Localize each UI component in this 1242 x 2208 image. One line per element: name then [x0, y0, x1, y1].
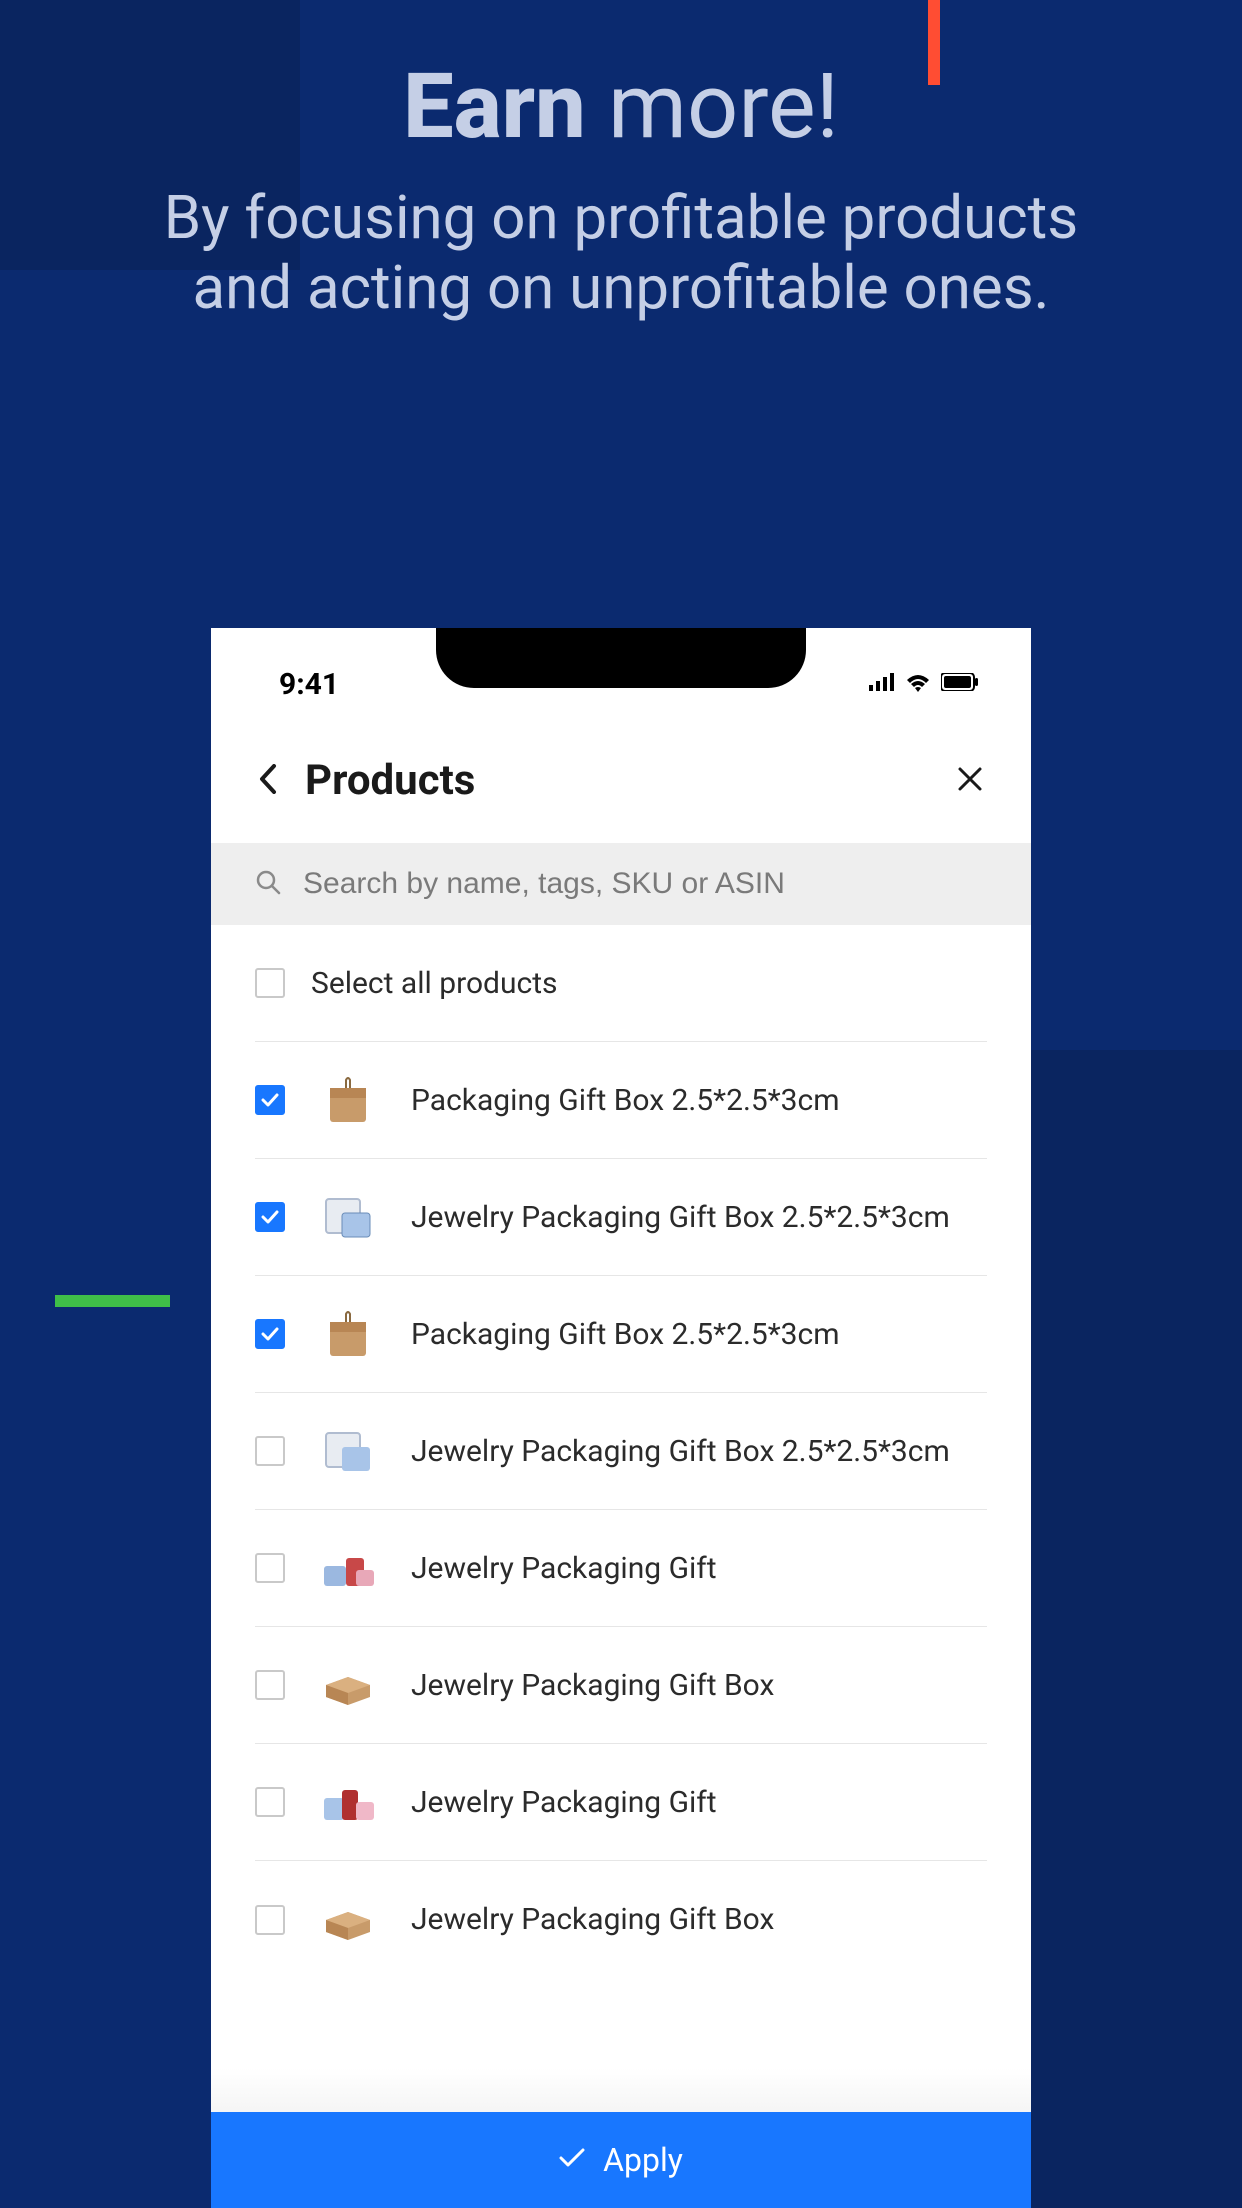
- select-all-label: Select all products: [311, 966, 558, 1001]
- hero-title: Earn more!: [0, 60, 1242, 155]
- close-icon[interactable]: [957, 766, 983, 796]
- product-thumb-icon: [311, 1648, 385, 1722]
- product-thumb-icon: [311, 1883, 385, 1957]
- product-thumb-icon: [311, 1414, 385, 1488]
- product-row[interactable]: Jewelry Packaging Gift Box: [255, 1627, 987, 1744]
- product-row[interactable]: Jewelry Packaging Gift Box 2.5*2.5*3cm: [255, 1393, 987, 1510]
- product-row[interactable]: Jewelry Packaging Gift Box 2.5*2.5*3cm: [255, 1159, 987, 1276]
- product-row[interactable]: Jewelry Packaging Gift: [255, 1510, 987, 1627]
- product-checkbox[interactable]: [255, 1787, 285, 1817]
- product-row[interactable]: Packaging Gift Box 2.5*2.5*3cm: [255, 1276, 987, 1393]
- product-name: Jewelry Packaging Gift Box: [411, 1902, 774, 1937]
- product-name: Jewelry Packaging Gift Box 2.5*2.5*3cm: [411, 1200, 950, 1235]
- product-list: Select all products Packaging Gift Box 2…: [211, 925, 1031, 1978]
- product-name: Packaging Gift Box 2.5*2.5*3cm: [411, 1317, 840, 1352]
- product-row[interactable]: Packaging Gift Box 2.5*2.5*3cm: [255, 1042, 987, 1159]
- back-icon[interactable]: [259, 764, 277, 798]
- signal-icon: [869, 673, 895, 695]
- status-icons: [869, 672, 979, 696]
- product-name: Jewelry Packaging Gift: [411, 1785, 717, 1820]
- product-thumb-icon: [311, 1765, 385, 1839]
- product-checkbox[interactable]: [255, 1670, 285, 1700]
- accent-green: [55, 1295, 170, 1307]
- hero-title-rest: more!: [586, 54, 839, 159]
- phone-notch: [436, 628, 806, 688]
- product-thumb-icon: [311, 1297, 385, 1371]
- product-thumb-icon: [311, 1063, 385, 1137]
- check-icon: [559, 2148, 585, 2172]
- hero-title-bold: Earn: [403, 54, 586, 159]
- apply-label: Apply: [603, 2141, 683, 2179]
- wifi-icon: [905, 672, 931, 696]
- product-name: Jewelry Packaging Gift Box 2.5*2.5*3cm: [411, 1434, 950, 1469]
- product-thumb-icon: [311, 1531, 385, 1605]
- product-thumb-icon: [311, 1180, 385, 1254]
- status-time: 9:41: [279, 667, 339, 702]
- search-icon: [255, 869, 281, 899]
- product-name: Jewelry Packaging Gift: [411, 1551, 717, 1586]
- product-checkbox[interactable]: [255, 1905, 285, 1935]
- screen-header: Products: [211, 708, 1031, 843]
- search-bar[interactable]: [211, 843, 1031, 925]
- product-checkbox[interactable]: [255, 1436, 285, 1466]
- select-all-checkbox[interactable]: [255, 968, 285, 998]
- product-checkbox[interactable]: [255, 1553, 285, 1583]
- product-checkbox[interactable]: [255, 1085, 285, 1115]
- battery-icon: [941, 673, 979, 695]
- product-name: Jewelry Packaging Gift Box: [411, 1668, 774, 1703]
- page-title: Products: [305, 756, 475, 805]
- apply-button[interactable]: Apply: [211, 2112, 1031, 2208]
- product-row[interactable]: Jewelry Packaging Gift: [255, 1744, 987, 1861]
- product-row[interactable]: Jewelry Packaging Gift Box: [255, 1861, 987, 1978]
- select-all-row[interactable]: Select all products: [255, 925, 987, 1042]
- hero-section: Earn more! By focusing on profitable pro…: [0, 60, 1242, 324]
- search-input[interactable]: [303, 867, 987, 901]
- product-checkbox[interactable]: [255, 1319, 285, 1349]
- product-name: Packaging Gift Box 2.5*2.5*3cm: [411, 1083, 840, 1118]
- product-checkbox[interactable]: [255, 1202, 285, 1232]
- hero-subtitle: By focusing on profitable products and a…: [0, 183, 1242, 325]
- phone-frame: 9:41 Products: [211, 628, 1031, 2208]
